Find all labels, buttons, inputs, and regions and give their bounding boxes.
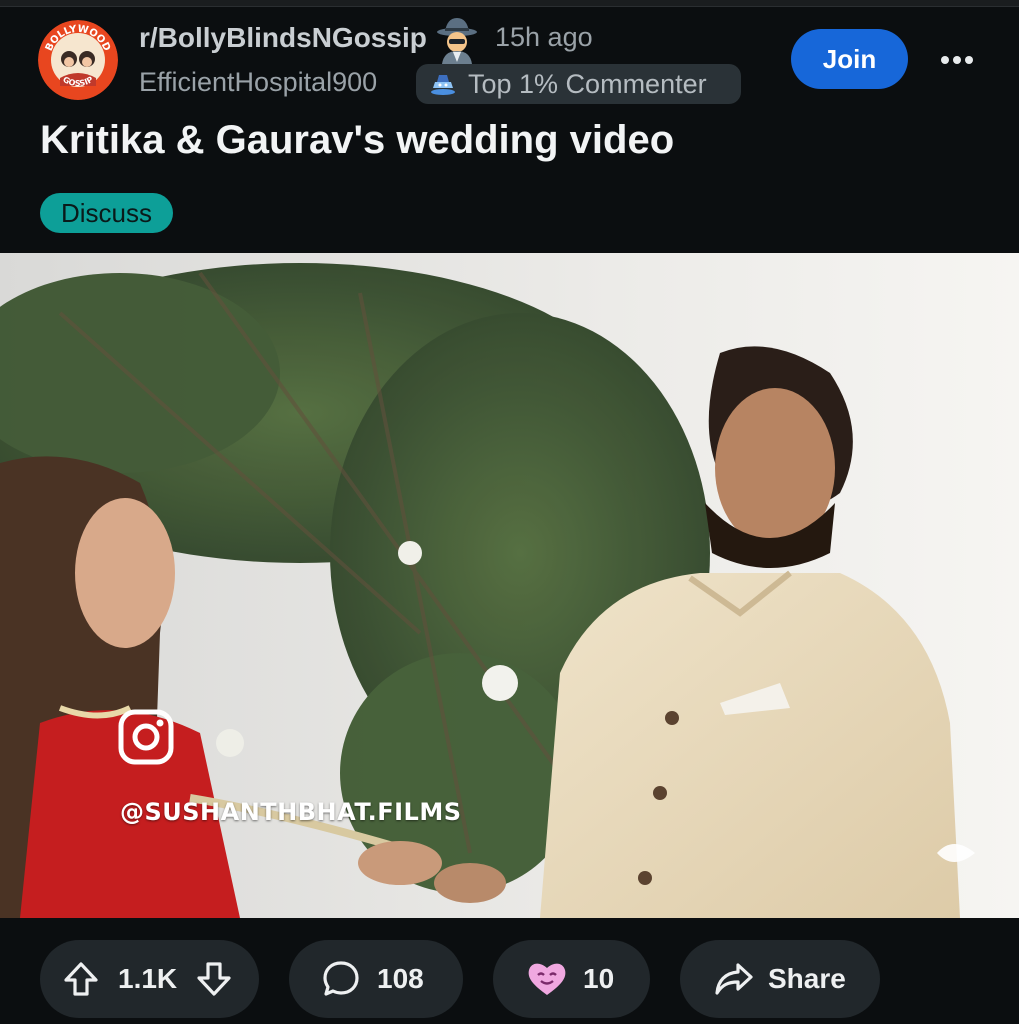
share-icon xyxy=(714,961,754,997)
video-watermark: @SUSHANTHBHAT.FILMS xyxy=(120,798,462,826)
user-flair-text: Top 1% Commenter xyxy=(468,68,707,99)
post-video[interactable]: @SUSHANTHBHAT.FILMS xyxy=(0,253,1019,918)
post-time: 15h ago xyxy=(495,22,593,52)
post-flair-tag[interactable]: Discuss xyxy=(40,193,173,233)
top-divider xyxy=(0,0,1019,7)
join-button[interactable]: Join xyxy=(791,29,908,89)
share-label: Share xyxy=(768,963,846,994)
awards-button[interactable]: 10 xyxy=(493,940,650,1018)
commenter-badge-icon xyxy=(428,72,458,96)
award-count: 10 xyxy=(583,963,615,994)
more-options-icon[interactable] xyxy=(930,40,984,80)
instagram-icon xyxy=(117,708,175,766)
downvote-icon[interactable] xyxy=(195,960,233,998)
detective-emoji-icon xyxy=(432,14,482,64)
heart-award-icon xyxy=(525,959,569,999)
share-button[interactable]: Share xyxy=(680,940,880,1018)
username-link[interactable]: EfficientHospital900 xyxy=(139,67,377,98)
comment-count: 108 xyxy=(377,963,424,994)
vote-control: 1.1K xyxy=(40,940,259,1018)
subreddit-name[interactable]: r/BollyBlindsNGossip xyxy=(139,22,427,54)
user-flair-badge: Top 1% Commenter xyxy=(416,64,741,104)
subreddit-avatar[interactable]: BOLLYWOOD GOSSIP xyxy=(38,20,118,100)
upvote-icon[interactable] xyxy=(62,960,100,998)
post-title[interactable]: Kritika & Gaurav's wedding video xyxy=(40,118,674,163)
reddit-post-page: BOLLYWOOD GOSSIP r/BollyBlindsNGossip 15… xyxy=(0,0,1019,1024)
comments-button[interactable]: 108 xyxy=(289,940,463,1018)
comment-icon xyxy=(321,959,361,999)
video-badge-icon xyxy=(933,833,979,873)
vote-count: 1.1K xyxy=(118,963,178,994)
